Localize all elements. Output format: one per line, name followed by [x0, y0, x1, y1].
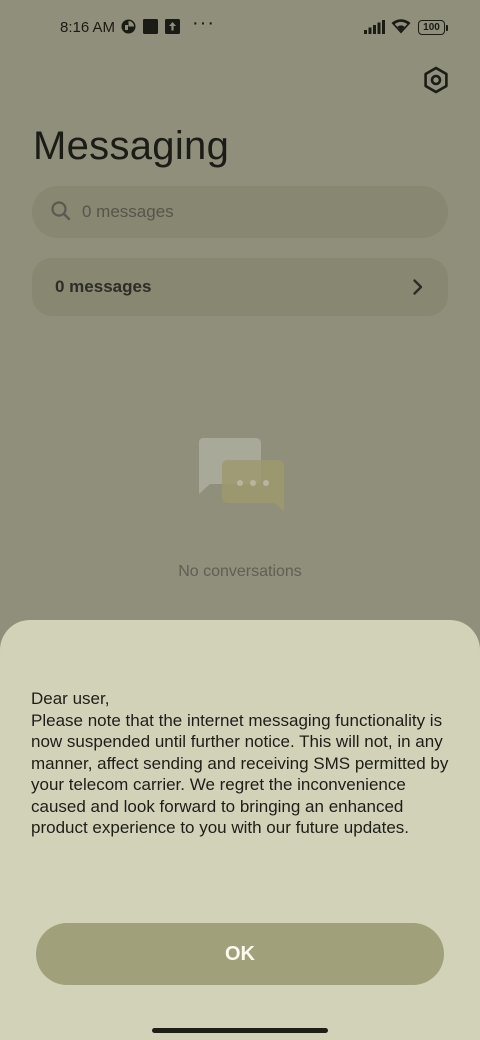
- dialog-greeting: Dear user,: [31, 689, 110, 708]
- app-badge-icon: [121, 19, 136, 34]
- dialog-message: Dear user, Please note that the internet…: [31, 688, 461, 839]
- settings-button[interactable]: [420, 64, 452, 96]
- search-bar[interactable]: [32, 186, 448, 238]
- notice-dialog: Dear user, Please note that the internet…: [0, 620, 480, 1040]
- empty-state-text: No conversations: [178, 563, 302, 580]
- battery-icon: 100: [418, 20, 448, 35]
- dialog-body: Please note that the internet messaging …: [31, 710, 449, 838]
- square-notification-icon: [143, 19, 158, 34]
- messages-row[interactable]: 0 messages: [32, 258, 448, 316]
- page-title: Messaging: [33, 124, 230, 168]
- settings-hexagon-icon: [424, 66, 448, 94]
- home-indicator[interactable]: [152, 1028, 328, 1033]
- upload-notification-icon: [165, 19, 180, 34]
- messaging-screen: 8:16 AM ··· 100 Messaging 0 messages 0 m…: [0, 0, 480, 1040]
- status-bar: 8:16 AM ··· 100: [0, 0, 480, 56]
- chevron-right-icon: [413, 279, 423, 295]
- chat-bubbles-icon: [198, 438, 284, 511]
- battery-level: 100: [423, 22, 440, 33]
- wifi-icon: [391, 19, 411, 34]
- status-time: 8:16 AM: [60, 19, 116, 36]
- signal-icon: [364, 20, 385, 34]
- messages-row-label: 0 messages: [55, 277, 152, 296]
- search-icon: [51, 201, 71, 221]
- search-input[interactable]: [82, 198, 422, 226]
- status-overflow: ···: [192, 12, 215, 34]
- ok-button[interactable]: OK: [36, 923, 444, 985]
